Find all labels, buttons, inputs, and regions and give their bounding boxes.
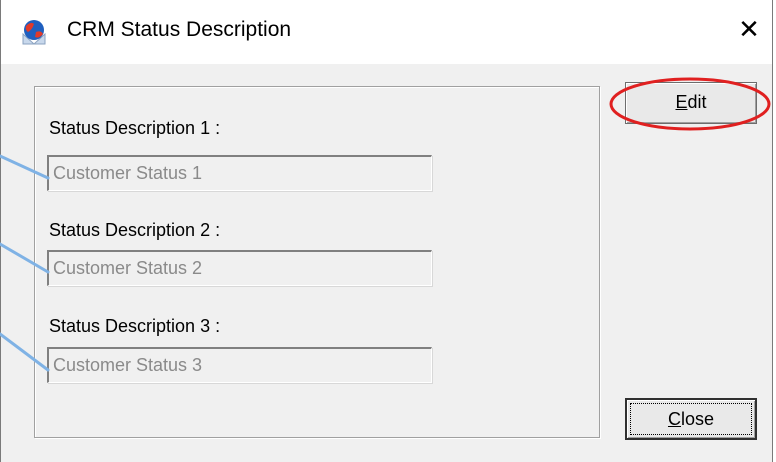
edit-button-accelerator: E (675, 92, 688, 112)
edit-button-label: dit (687, 92, 707, 112)
status-description-3-value: Customer Status 3 (53, 355, 203, 375)
edit-button[interactable]: Edit (625, 82, 757, 124)
status-description-2-label: Status Description 2 : (49, 220, 221, 240)
focus-rectangle (630, 403, 752, 435)
close-button[interactable]: Close (625, 398, 757, 440)
title-bar: CRM Status Description ✕ (1, 0, 772, 64)
dialog-window: CRM Status Description ✕ Status Descript… (0, 0, 773, 462)
window-title: CRM Status Description (67, 18, 292, 41)
close-window-icon[interactable]: ✕ (734, 14, 764, 44)
status-description-3-label: Status Description 3 : (49, 316, 221, 336)
status-description-2-field[interactable]: Customer Status 2 (47, 250, 432, 286)
status-description-1-value: Customer Status 1 (53, 163, 203, 183)
status-description-1-label: Status Description 1 : (49, 118, 221, 138)
status-description-1-field[interactable]: Customer Status 1 (47, 155, 432, 191)
app-globe-icon (22, 20, 46, 45)
status-description-3-field[interactable]: Customer Status 3 (47, 347, 432, 383)
status-description-2-value: Customer Status 2 (53, 258, 203, 278)
